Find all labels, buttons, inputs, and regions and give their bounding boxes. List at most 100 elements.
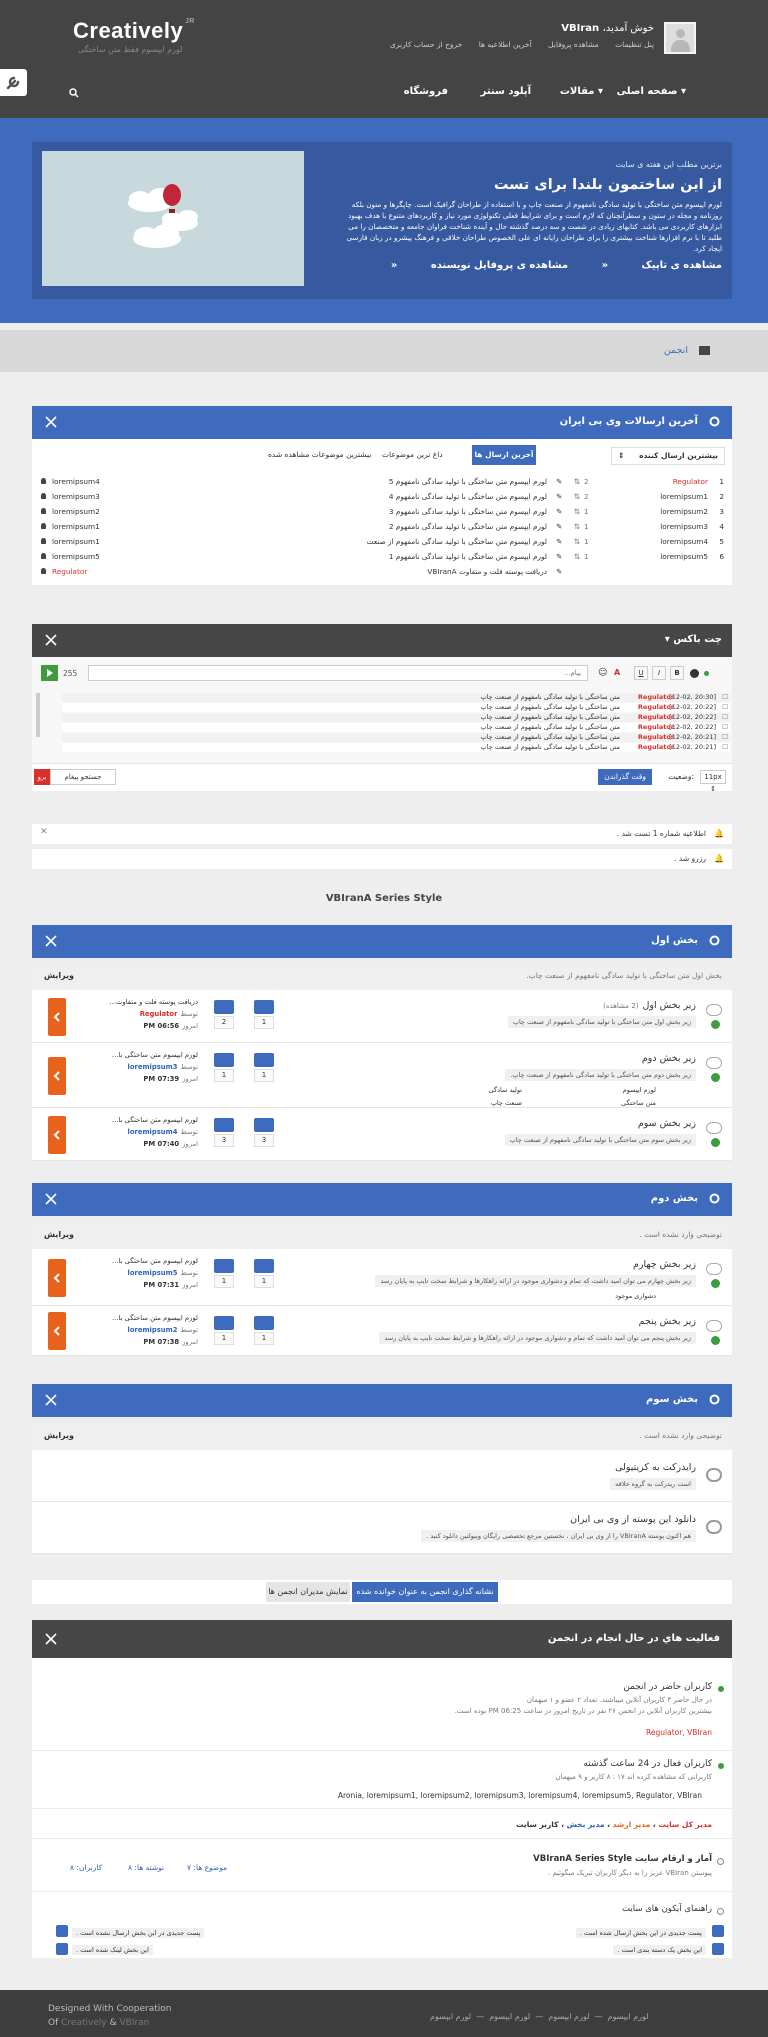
sort-select[interactable]: بیشترین ارسال کننده ⇕ [611, 447, 725, 465]
section-title[interactable]: بخش سوم [646, 1394, 698, 1405]
subforum-link[interactable]: متن ساختگی [621, 1099, 656, 1107]
message-checkbox[interactable]: ☐ [722, 703, 728, 711]
last-post-title[interactable]: دریافت پوسته فلت و متفاوت... [110, 998, 198, 1006]
tools-button[interactable] [0, 69, 27, 96]
link-forum-row[interactable]: دانلود این پوسته از وی بی ایران هم اکنون … [32, 1502, 732, 1554]
threads-button[interactable] [254, 1316, 274, 1330]
show-moderators-button[interactable]: نمایش مدیران انجمن ها [266, 1582, 350, 1602]
chat-message-user[interactable]: Regulator [638, 743, 674, 751]
poster-name[interactable]: loremipsum1 [660, 492, 708, 501]
close-icon[interactable]: ✕ [40, 827, 48, 837]
forum-name-text[interactable]: زیر بخش دوم [642, 1053, 696, 1064]
tab-hot-topics[interactable]: داغ ترین موضوعات [382, 450, 443, 459]
thread-author[interactable]: loremipsum1 [52, 537, 100, 546]
font-color-icon[interactable]: A [614, 668, 620, 677]
message-checkbox[interactable]: ☐ [722, 713, 728, 721]
view-topic-link[interactable]: مشاهده ی تاپیک « [602, 260, 722, 271]
thread-title[interactable]: لورم ایپسوم متن ساختگی با تولید سادگی نا… [217, 522, 547, 531]
last-post-user[interactable]: loremipsum4 [128, 1128, 178, 1136]
chat-message-user[interactable]: Regulator [638, 713, 674, 721]
thread-title[interactable]: لورم ایپسوم متن ساختگی با تولید سادگی نا… [217, 507, 547, 516]
collapse-x-icon[interactable] [45, 1193, 57, 1205]
link-forum-row[interactable]: رایدرکت به کریتیولی است ریدرکت به گروه خل… [32, 1450, 732, 1502]
online-users-title[interactable]: کاربران حاضر در انجمن [623, 1682, 712, 1692]
forum-name-text[interactable]: زیر بخش چهارم [633, 1259, 696, 1270]
posts-button[interactable] [214, 1316, 234, 1330]
forum-name[interactable]: زیر بخش چهارم [633, 1259, 696, 1270]
message-checkbox[interactable]: ☐ [722, 733, 728, 741]
forum-name[interactable]: زیر بخش پنجم [639, 1316, 696, 1327]
last-post-user[interactable]: loremipsum5 [128, 1269, 178, 1277]
last-post-user[interactable]: loremipsum2 [128, 1326, 178, 1334]
collapse-x-icon[interactable] [45, 1394, 57, 1406]
section-title[interactable]: بخش دوم [651, 1193, 698, 1204]
underline-button[interactable]: U [634, 666, 648, 680]
nav-upload[interactable]: آپلود سنتر [481, 86, 531, 97]
edit-link[interactable]: ویرایش [44, 1431, 74, 1440]
thread-title[interactable]: لورم ایپسوم متن ساختگی با تولید سادگی نا… [217, 477, 547, 486]
thread-author[interactable]: loremipsum1 [52, 522, 100, 531]
chat-message-user[interactable]: Regulator [638, 733, 674, 741]
tab-most-viewed[interactable]: بیشترین موضوعات مشاهده شده [268, 450, 371, 459]
poster-name[interactable]: loremipsum4 [660, 537, 708, 546]
mark-forums-read-button[interactable]: نشانه گذاری انجمن به عنوان خوانده شده [352, 1582, 498, 1602]
creatively-link[interactable]: Creatively [61, 2018, 107, 2028]
forum-name[interactable]: زیر بخش دوم [642, 1053, 696, 1064]
forum-row[interactable]: زیر بخش اول(2 مشاهده) زیر بخش اول متن ساخ… [32, 990, 732, 1043]
thread-title[interactable]: دریافت پوسته فلت و متفاوت VBIranA [217, 567, 547, 576]
edit-link[interactable]: ویرایش [44, 1230, 74, 1239]
forum-row[interactable]: زیر بخش دوم زیر بخش دوم متن ساختگی با تول… [32, 1043, 732, 1108]
chat-search-go-button[interactable]: برو [34, 769, 50, 785]
collapse-x-icon[interactable] [45, 416, 57, 428]
featured-title[interactable]: از این ساختمون بلندا برای تست [332, 177, 722, 193]
online-users-list[interactable]: Regulator, VBIran [646, 1728, 712, 1737]
posts-button[interactable] [214, 1053, 234, 1067]
thread-author[interactable]: loremipsum3 [52, 492, 100, 501]
avatar[interactable] [664, 22, 696, 54]
poster-name[interactable]: loremipsum5 [660, 552, 708, 561]
color-dot-icon[interactable] [690, 669, 699, 678]
poster-name[interactable]: loremipsum2 [660, 507, 708, 516]
thread-title[interactable]: لورم ایپسوم متن ساختگی با تولید سادگی نا… [217, 492, 547, 501]
message-checkbox[interactable]: ☐ [722, 743, 728, 751]
forum-name-text[interactable]: زیر بخش اول [642, 1000, 696, 1011]
footer-link[interactable]: لورم ایپسوم [430, 2012, 471, 2021]
thread-author[interactable]: loremipsum4 [52, 477, 100, 486]
site-logo[interactable]: Creatively JR [73, 18, 195, 44]
posts-button[interactable] [214, 1000, 234, 1014]
footer-link[interactable]: لورم ایپسوم [548, 2012, 589, 2021]
goto-last-post-button[interactable] [48, 1312, 66, 1350]
thread-title[interactable]: لورم ایپسوم متن ساختگی با تولید سادگی نا… [217, 552, 547, 561]
thread-title[interactable]: لورم ایپسوم متن ساختگی با تولید سادگی نا… [217, 537, 547, 546]
message-checkbox[interactable]: ☐ [722, 693, 728, 701]
user-link-notices[interactable]: آخرین اطلاعیه ها [479, 40, 532, 49]
last-post-title[interactable]: لورم ایپسوم متن ساختگی با... [110, 1257, 198, 1265]
footer-link[interactable]: لورم ایپسوم [608, 2012, 649, 2021]
threads-button[interactable] [254, 1053, 274, 1067]
link-forum-name[interactable]: رایدرکت به کریتیولی [615, 1462, 696, 1473]
forum-name[interactable]: زیر بخش اول(2 مشاهده) [603, 1000, 696, 1011]
user-link-settings[interactable]: پنل تنظیمات [615, 40, 654, 49]
last-post-title[interactable]: لورم ایپسوم متن ساختگی با... [110, 1051, 198, 1059]
search-icon[interactable] [69, 88, 79, 98]
forum-row[interactable]: زیر بخش چهارم زیر بخش چهارم می توان امید … [32, 1249, 732, 1306]
forum-name-text[interactable]: زیر بخش سوم [638, 1118, 696, 1129]
user-link-profile[interactable]: مشاهده پروفایل [548, 40, 599, 49]
footer-link[interactable]: لورم ایپسوم [489, 2012, 530, 2021]
vbiran-link[interactable]: VBIran [119, 2018, 149, 2028]
last-post-user[interactable]: Regulator [140, 1010, 178, 1018]
threads-button[interactable] [254, 1259, 274, 1273]
edit-link[interactable]: ویرایش [44, 971, 74, 980]
subforum-link[interactable]: تولید سادگی [489, 1086, 522, 1094]
smiley-icon[interactable]: ☺ [598, 668, 607, 678]
subforum-link[interactable]: صنعت چاپ [491, 1099, 522, 1107]
send-button[interactable] [41, 665, 58, 681]
chat-message-user[interactable]: Regulator [638, 723, 674, 731]
bold-button[interactable]: B [670, 666, 684, 680]
link-forum-name[interactable]: دانلود این پوسته از وی بی ایران [570, 1514, 696, 1525]
threads-button[interactable] [254, 1000, 274, 1014]
thread-author[interactable]: loremipsum5 [52, 552, 100, 561]
forum-row[interactable]: زیر بخش سوم زیر بخش سوم متن ساختگی با تول… [32, 1108, 732, 1161]
status-button[interactable]: وقت گذراندن [598, 769, 652, 785]
forum-row[interactable]: زیر بخش پنجم زیر بخش پنجم می توان امید دا… [32, 1306, 732, 1356]
